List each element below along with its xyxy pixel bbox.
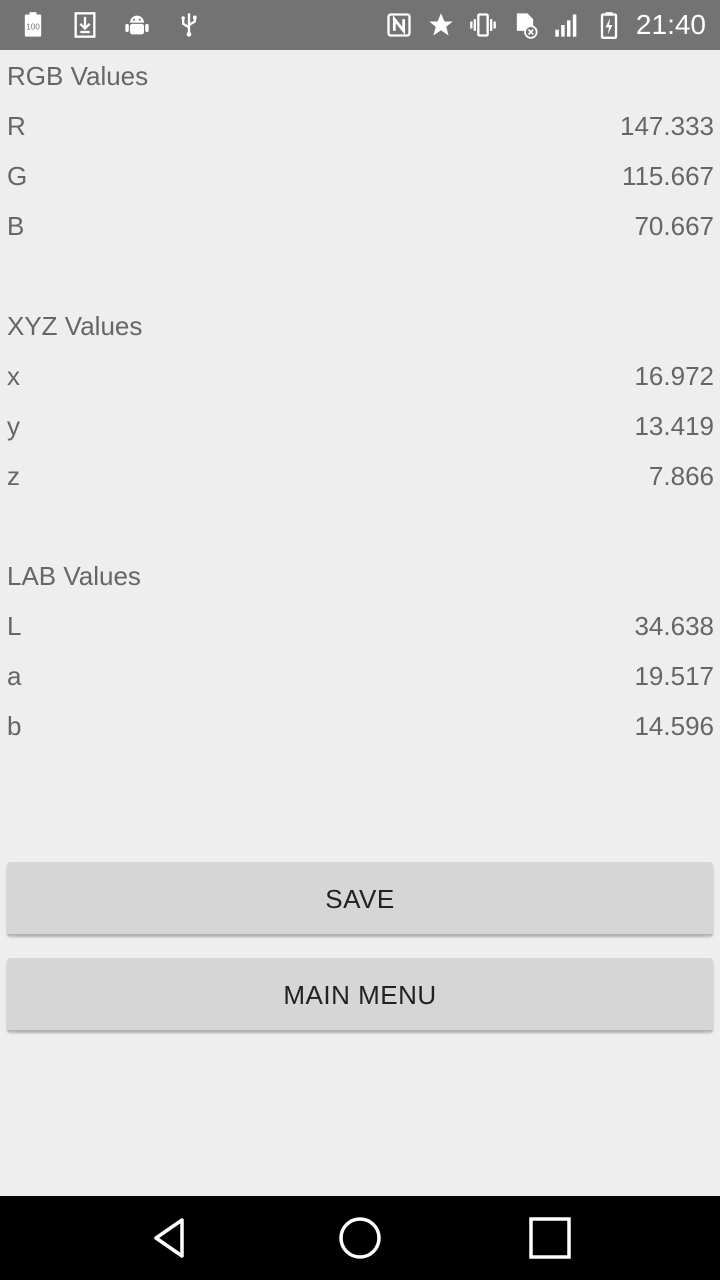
rgb-row-r: R 147.333 — [7, 101, 714, 151]
battery-charging-icon — [594, 10, 624, 40]
save-button[interactable]: SAVE — [7, 862, 713, 934]
row-label: B — [7, 211, 25, 241]
color-values-panel: RGB Values R 147.333 G 115.667 B 70.667 … — [0, 50, 720, 1196]
xyz-row-z: z 7.866 — [7, 451, 714, 501]
battery-saver-100-icon: 100 — [18, 10, 48, 40]
row-value: 13.419 — [634, 411, 714, 441]
row-value: 115.667 — [621, 161, 714, 191]
lab-row-b: b 14.596 — [7, 701, 714, 751]
usb-icon — [174, 10, 204, 40]
status-bar-notifications: 100 — [18, 0, 204, 50]
signal-icon — [552, 10, 582, 40]
xyz-section-title: XYZ Values — [7, 311, 143, 341]
row-value: 14.596 — [634, 711, 714, 741]
row-label: b — [7, 711, 22, 741]
row-label: L — [7, 611, 22, 641]
lab-row-a: a 19.517 — [7, 651, 714, 701]
back-icon[interactable] — [140, 1208, 200, 1268]
xyz-row-x: x 16.972 — [7, 351, 714, 401]
status-bar: 100 21:40 — [0, 0, 720, 50]
download-icon — [70, 10, 100, 40]
row-value: 19.517 — [634, 661, 714, 691]
row-value: 16.972 — [634, 361, 714, 391]
no-sim-icon — [510, 10, 540, 40]
main-menu-button[interactable]: MAIN MENU — [7, 958, 713, 1030]
home-icon[interactable] — [330, 1208, 390, 1268]
recents-icon[interactable] — [520, 1208, 580, 1268]
xyz-row-y: y 13.419 — [7, 401, 714, 451]
lab-section-title: LAB Values — [7, 561, 141, 591]
row-label: z — [7, 461, 20, 491]
svg-text:100: 100 — [26, 23, 40, 32]
row-label: a — [7, 661, 22, 691]
android-debug-icon — [122, 10, 152, 40]
rgb-row-g: G 115.667 — [7, 151, 714, 201]
rgb-section-title: RGB Values — [7, 61, 149, 91]
status-bar-system: 21:40 — [384, 0, 706, 50]
lab-row-l: L 34.638 — [7, 601, 714, 651]
row-value: 7.866 — [648, 461, 714, 491]
star-icon — [426, 10, 456, 40]
row-label: x — [7, 361, 20, 391]
status-time: 21:40 — [635, 9, 706, 40]
vibrate-icon — [468, 10, 498, 40]
rgb-row-b: B 70.667 — [7, 201, 714, 251]
nfc-icon — [384, 10, 414, 40]
row-value: 147.333 — [620, 111, 714, 141]
navigation-bar — [0, 1196, 720, 1280]
row-label: R — [7, 111, 26, 141]
row-value: 70.667 — [634, 211, 714, 241]
row-label: y — [7, 411, 20, 441]
row-value: 34.638 — [634, 611, 714, 641]
row-label: G — [7, 161, 28, 191]
